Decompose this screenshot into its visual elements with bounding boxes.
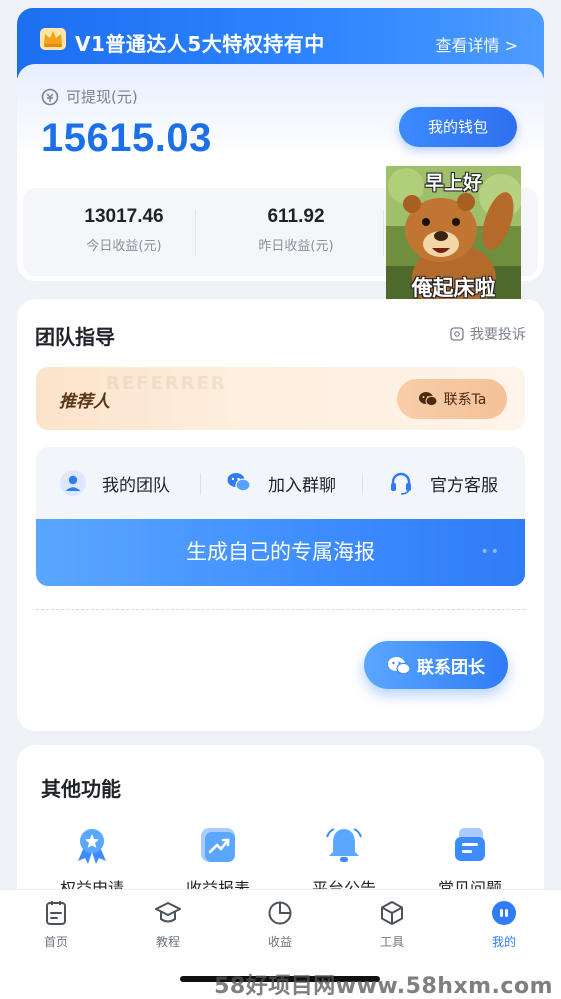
vip-banner-title: V1普通达人5大特权持有中 — [75, 32, 325, 56]
today-earnings-label: 今日收益(元) — [86, 239, 162, 254]
withdrawable-balance: 15615.03 — [41, 116, 212, 160]
team-actions-panel: 我的团队 加入群聊 官方客服 生成自己的专属海报 •• — [36, 447, 525, 586]
action-divider — [200, 473, 201, 495]
team-guide-heading: 团队指导 — [35, 325, 115, 349]
complaint-link[interactable]: 我要投诉 — [450, 324, 526, 344]
profile-icon — [492, 901, 516, 925]
faq-icon — [455, 828, 485, 861]
today-earnings-value: 13017.46 — [84, 206, 164, 227]
yesterday-earnings: 611.92 昨日收益(元) — [211, 206, 381, 254]
tab-tools-label: 工具 — [379, 935, 404, 949]
referrer-watermark-text: REFERRER — [106, 373, 227, 394]
wechat-icon — [227, 473, 251, 492]
my-team-action[interactable]: 我的团队 — [60, 467, 170, 499]
team-guide-card: 团队指导 我要投诉 REFERRER 推荐人 联系Ta 我的团队 加入群聊 官方… — [17, 299, 544, 731]
withdrawable-label: 可提现(元) — [66, 88, 138, 106]
other-functions-heading: 其他功能 — [41, 777, 121, 801]
decorative-dots: •• — [480, 544, 501, 560]
referrer-label: 推荐人 — [59, 392, 110, 412]
tab-tools[interactable]: 工具 — [357, 900, 427, 950]
my-wallet-button[interactable]: 我的钱包 — [399, 107, 517, 147]
contact-referrer-button[interactable]: 联系Ta — [397, 379, 507, 419]
contact-leader-label: 联系团长 — [417, 657, 485, 678]
action-divider — [362, 473, 363, 495]
trend-chart-icon — [201, 828, 235, 862]
faq-item[interactable]: 常见问题 — [420, 825, 520, 899]
view-details-link[interactable]: 查看详情 > — [436, 32, 519, 56]
stat-divider — [383, 210, 384, 256]
complaint-label: 我要投诉 — [470, 327, 526, 343]
coin-icon — [41, 88, 59, 105]
tab-home[interactable]: 首页 — [21, 900, 91, 950]
pie-chart-icon — [268, 901, 292, 925]
withdrawable-label-row: 可提现(元) — [41, 86, 138, 107]
generate-poster-button[interactable]: 生成自己的专属海报 •• — [36, 519, 525, 586]
wechat-icon — [418, 392, 438, 407]
wechat-icon — [388, 656, 411, 674]
stat-divider — [195, 210, 196, 256]
join-group-chat-label: 加入群聊 — [268, 475, 336, 496]
dashed-divider — [36, 609, 525, 610]
earnings-report-item[interactable]: 收益报表 — [168, 825, 268, 899]
today-earnings: 13017.46 今日收益(元) — [39, 206, 209, 254]
my-team-label: 我的团队 — [102, 475, 170, 496]
referrer-bar: REFERRER 推荐人 联系Ta — [36, 367, 525, 430]
user-icon — [60, 470, 86, 496]
complaint-icon — [450, 327, 464, 341]
tab-mine[interactable]: 我的 — [469, 900, 539, 950]
official-support-label: 官方客服 — [430, 475, 498, 496]
sticker-bottom-caption: 俺起床啦 — [411, 276, 496, 300]
benefit-application-item[interactable]: 权益申请 — [42, 825, 142, 899]
join-group-chat-action[interactable]: 加入群聊 — [226, 467, 336, 499]
sticker-top-caption: 早上好 — [424, 172, 482, 194]
platform-announcement-item[interactable]: 平台公告 — [294, 825, 394, 899]
yesterday-earnings-label: 昨日收益(元) — [258, 239, 334, 254]
bell-icon — [326, 828, 362, 862]
tab-earnings[interactable]: 收益 — [245, 900, 315, 950]
tab-tutorial[interactable]: 教程 — [133, 900, 203, 950]
crown-icon — [40, 28, 66, 50]
cube-icon — [381, 901, 403, 925]
yesterday-earnings-value: 611.92 — [267, 206, 325, 227]
generate-poster-label: 生成自己的专属海报 — [186, 540, 375, 564]
site-watermark: 58好项目网www.58hxm.com — [214, 974, 553, 999]
headset-icon — [391, 472, 411, 495]
contact-referrer-label: 联系Ta — [443, 392, 487, 408]
tab-earnings-label: 收益 — [267, 935, 292, 949]
ribbon-badge-icon — [78, 829, 106, 864]
tab-mine-label: 我的 — [491, 935, 516, 949]
graduation-cap-icon — [155, 902, 181, 923]
contact-leader-button[interactable]: 联系团长 — [364, 641, 508, 689]
official-support-action[interactable]: 官方客服 — [388, 467, 498, 499]
home-doc-icon — [46, 901, 66, 925]
tab-home-label: 首页 — [43, 935, 68, 949]
tab-tutorial-label: 教程 — [155, 935, 180, 949]
bear-meme-sticker: 早上好 俺起床啦 — [386, 166, 521, 304]
